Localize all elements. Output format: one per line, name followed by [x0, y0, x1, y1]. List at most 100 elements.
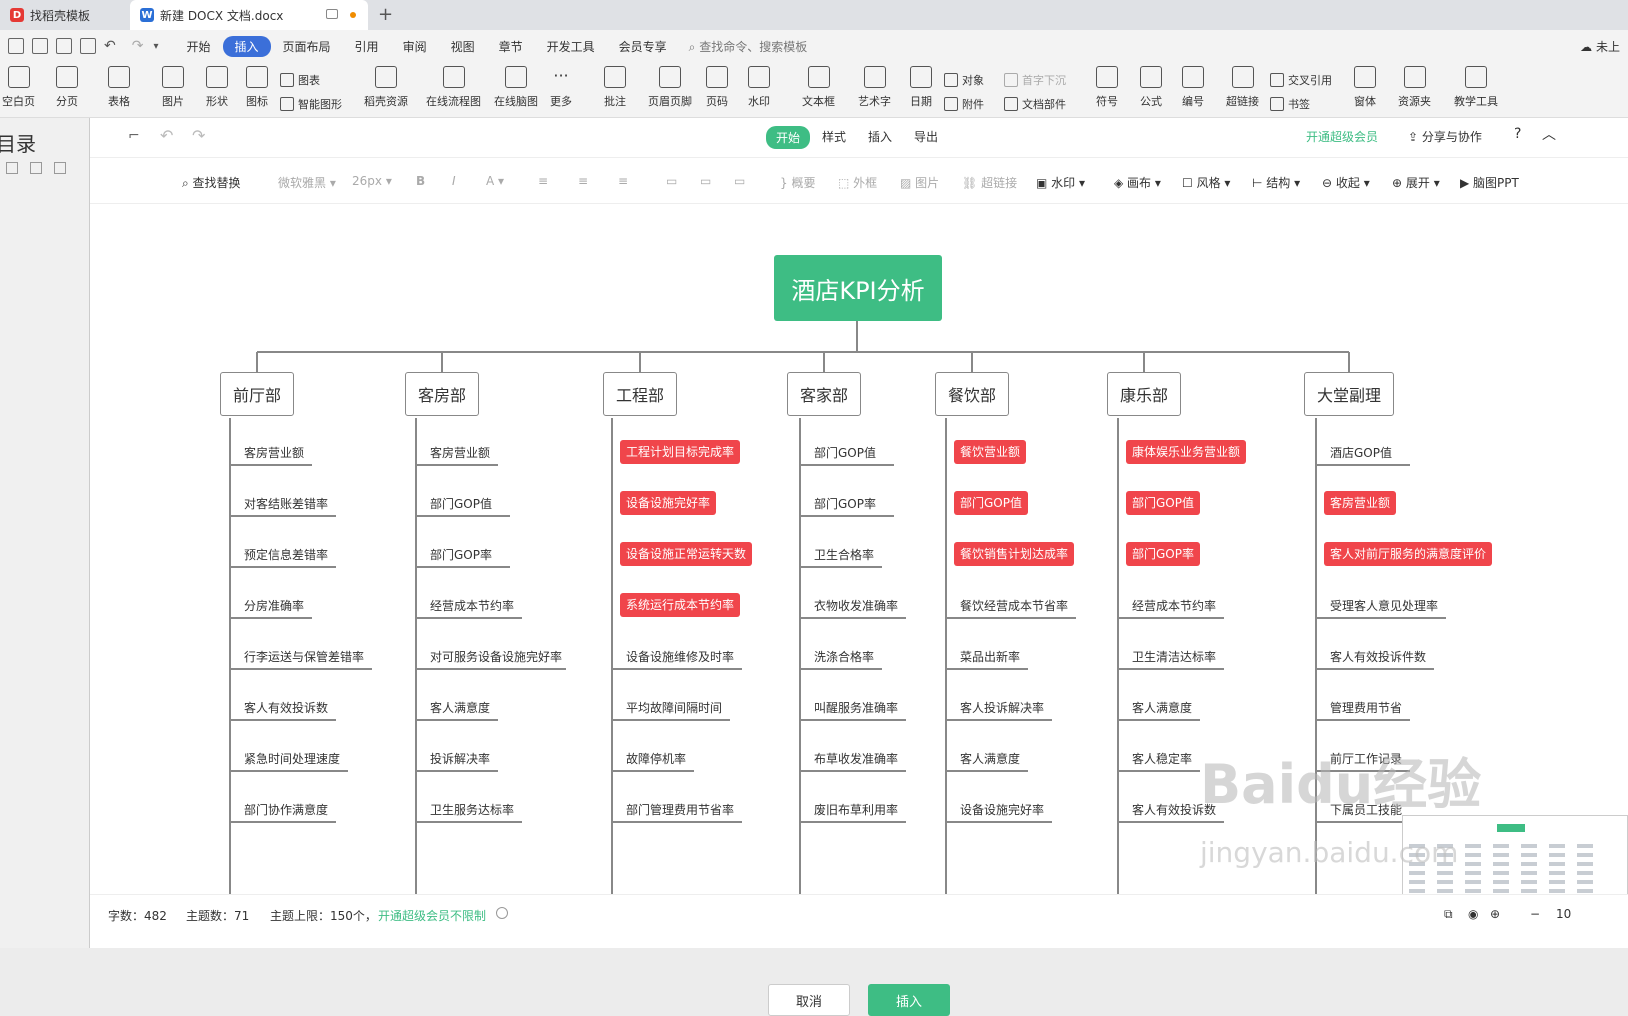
kpi-item[interactable]: 前厅工作记录	[1316, 746, 1408, 771]
kpi-item[interactable]: 客房营业额	[416, 440, 496, 465]
minimap[interactable]	[1402, 815, 1628, 894]
kpi-item[interactable]: 客人满意度	[946, 746, 1026, 771]
chart-button[interactable]: 图表	[280, 72, 320, 88]
new-tab-plus-icon[interactable]: +	[378, 4, 393, 25]
doc-parts-button[interactable]: 文档部件	[1004, 96, 1066, 112]
date-button[interactable]: 日期	[910, 66, 932, 109]
textbox-button[interactable]: 文本框	[802, 66, 835, 109]
command-search[interactable]: ⌕ 查找命令、搜索模板	[689, 38, 808, 55]
kpi-item[interactable]: 预定信息差错率	[230, 542, 334, 567]
numbering-button[interactable]: 编号	[1182, 66, 1204, 109]
kpi-item[interactable]: 客人有效投诉数	[230, 695, 334, 720]
vip-link[interactable]: 开通超级会员	[1306, 128, 1378, 145]
kpi-item[interactable]: 部门管理费用节省率	[612, 797, 740, 822]
kpi-item[interactable]: 紧急时间处理速度	[230, 746, 346, 771]
menu-references[interactable]: 引用	[343, 36, 391, 57]
kpi-item[interactable]: 行李运送与保管差错率	[230, 644, 370, 669]
save-icon[interactable]	[8, 38, 24, 54]
kpi-item[interactable]: 康体娱乐业务营业额	[1126, 440, 1247, 464]
dept-topic[interactable]: 工程部	[603, 372, 677, 416]
tab-docer-templates[interactable]: D 找稻壳模板	[0, 0, 128, 30]
kpi-item[interactable]: 客人对前厅服务的满意度评价	[1324, 542, 1493, 566]
kpi-item[interactable]: 洗涤合格率	[800, 644, 880, 669]
collapse-chevron-icon[interactable]: ︿	[1542, 124, 1556, 144]
page-number-button[interactable]: 页码	[706, 66, 728, 109]
add-sibling-icon[interactable]: ▭	[700, 174, 711, 188]
menu-review[interactable]: 审阅	[391, 36, 439, 57]
canvas-button[interactable]: ◈ 画布 ▾	[1114, 174, 1161, 191]
kpi-item[interactable]: 客人投诉解决率	[946, 695, 1050, 720]
italic-button[interactable]: I	[452, 174, 456, 188]
cancel-button[interactable]: 取消	[768, 984, 850, 1016]
structure-button[interactable]: ⊢ 结构 ▾	[1252, 174, 1300, 191]
kpi-item[interactable]: 卫生清洁达标率	[1118, 644, 1222, 669]
image-button[interactable]: ▨ 图片	[900, 174, 939, 191]
kpi-item[interactable]: 部门GOP率	[416, 542, 498, 567]
icon-button[interactable]: 图标	[246, 66, 268, 109]
print-icon[interactable]	[56, 38, 72, 54]
tab-start[interactable]: 开始	[766, 126, 811, 149]
watermark-button[interactable]: ▣ 水印 ▾	[1036, 174, 1085, 191]
comment-button[interactable]: 批注	[604, 66, 626, 109]
kpi-item[interactable]: 投诉解决率	[416, 746, 496, 771]
mindmap-ppt-button[interactable]: ▶ 脑图PPT	[1460, 174, 1519, 191]
formula-button[interactable]: 公式	[1140, 66, 1162, 109]
kpi-item[interactable]: 酒店GOP值	[1316, 440, 1398, 465]
kpi-item[interactable]: 废旧布草利用率	[800, 797, 904, 822]
kpi-item[interactable]: 设备设施完好率	[620, 491, 717, 515]
font-select[interactable]: 微软雅黑 ▾	[278, 174, 336, 191]
help-circle-icon[interactable]	[496, 907, 508, 919]
kpi-item[interactable]: 受理客人意见处理率	[1316, 593, 1444, 618]
picture-button[interactable]: 图片	[162, 66, 184, 109]
kpi-item[interactable]: 故障停机率	[612, 746, 692, 771]
redo-icon[interactable]: ↷	[192, 126, 205, 145]
watermark-button[interactable]: 水印	[748, 66, 770, 109]
kpi-item[interactable]: 下属员工技能	[1316, 797, 1408, 822]
kpi-item[interactable]: 部门GOP值	[954, 491, 1028, 515]
kpi-item[interactable]: 布草收发准确率	[800, 746, 904, 771]
tab-style[interactable]: 样式	[822, 128, 846, 145]
object-button[interactable]: 对象	[944, 72, 984, 88]
kpi-item[interactable]: 餐饮经营成本节省率	[946, 593, 1074, 618]
kpi-item[interactable]: 管理费用节省	[1316, 695, 1408, 720]
dept-topic[interactable]: 客房部	[405, 372, 479, 416]
flowchart-button[interactable]: 在线流程图	[426, 66, 481, 109]
resource-folder-button[interactable]: 资源夹	[1398, 66, 1431, 109]
tab-export[interactable]: 导出	[914, 128, 938, 145]
mindmap-button[interactable]: 在线脑图	[494, 66, 538, 109]
add-parent-icon[interactable]: ▭	[734, 174, 745, 188]
kpi-item[interactable]: 菜品出新率	[946, 644, 1026, 669]
toc-collapse-icon[interactable]	[6, 162, 18, 174]
bold-button[interactable]: B	[416, 174, 425, 188]
kpi-item[interactable]: 部门GOP率	[1126, 542, 1200, 566]
menu-insert[interactable]: 插入	[222, 35, 271, 57]
kpi-item[interactable]: 客人有效投诉数	[1118, 797, 1222, 822]
print-preview-icon[interactable]	[80, 38, 96, 54]
dept-topic[interactable]: 前厅部	[220, 372, 294, 416]
undo-icon[interactable]: ↶	[104, 38, 116, 54]
user-area[interactable]: ☁ 未上	[1580, 38, 1620, 55]
menu-developer[interactable]: 开发工具	[535, 36, 607, 57]
hyperlink-button[interactable]: ⛓ 超链接	[962, 174, 1017, 191]
symbol-button[interactable]: 符号	[1096, 66, 1118, 109]
kpi-item[interactable]: 客人稳定率	[1118, 746, 1198, 771]
root-topic[interactable]: 酒店KPI分析	[774, 255, 942, 321]
bookmark-button[interactable]: 书签	[1270, 96, 1310, 112]
kpi-item[interactable]: 餐饮销售计划达成率	[954, 542, 1075, 566]
kpi-item[interactable]: 卫生服务达标率	[416, 797, 520, 822]
kpi-item[interactable]: 叫醒服务准确率	[800, 695, 904, 720]
align-center-icon[interactable]: ≡	[578, 174, 588, 188]
find-replace-button[interactable]: ⌕ 查找替换	[182, 174, 241, 191]
locate-icon[interactable]: ⊕	[1490, 907, 1500, 921]
smart-art-button[interactable]: 智能图形	[280, 96, 342, 112]
shape-button[interactable]: 形状	[206, 66, 228, 109]
menu-view[interactable]: 视图	[439, 36, 487, 57]
kpi-item[interactable]: 部门GOP值	[800, 440, 882, 465]
cross-ref-button[interactable]: 交叉引用	[1270, 72, 1332, 88]
kpi-item[interactable]: 设备设施完好率	[946, 797, 1050, 822]
dept-topic[interactable]: 大堂副理	[1304, 372, 1394, 416]
kpi-item[interactable]: 卫生合格率	[800, 542, 880, 567]
kpi-item[interactable]: 衣物收发准确率	[800, 593, 904, 618]
kpi-item[interactable]: 分房准确率	[230, 593, 310, 618]
insert-button[interactable]: 插入	[868, 984, 950, 1016]
